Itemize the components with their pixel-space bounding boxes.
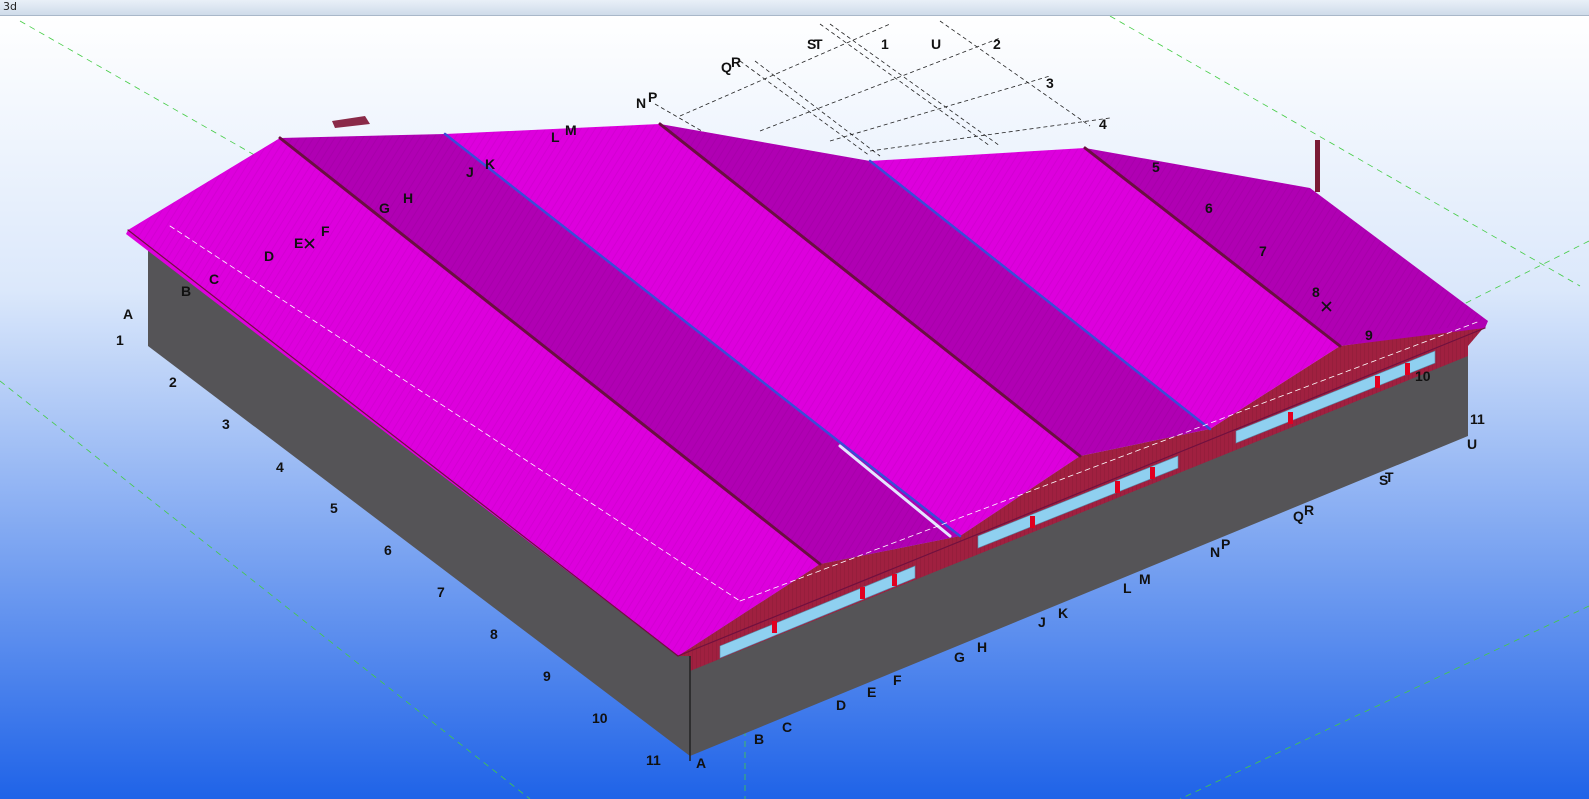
grid-label-front-U: U [1467, 436, 1477, 452]
grid-label-near-1: 1 [116, 332, 124, 348]
3d-viewport[interactable]: 1 2 3 4 5 6 7 8 9 10 11 A B C D E F G H [0, 16, 1589, 799]
grid-label-far-2: 2 [993, 36, 1001, 52]
window-titlebar[interactable]: 3d [0, 0, 1589, 16]
grid-label-far-T: T [814, 36, 823, 52]
grid-label-near-8: 8 [490, 626, 498, 642]
grid-label-far-F: F [321, 223, 330, 239]
vent-pipe [1315, 140, 1320, 192]
grid-label-far-P: P [648, 89, 657, 105]
grid-label-far-A: A [123, 306, 133, 322]
grid-label-far-6: 6 [1205, 200, 1213, 216]
grid-label-far-4: 4 [1099, 116, 1107, 132]
grid-label-front-A: A [696, 755, 706, 771]
grid-label-far-3: 3 [1046, 75, 1054, 91]
grid-label-far-1: 1 [881, 36, 889, 52]
grid-label-front-C: C [782, 719, 792, 735]
grid-label-near-3: 3 [222, 416, 230, 432]
grid-label-far-7: 7 [1259, 243, 1267, 259]
model-3d-window: 3d 1 2 3 4 5 6 7 8 9 10 11 A B C D E F G… [0, 0, 1589, 799]
grid-label-far-R: R [731, 54, 741, 70]
grid-label-near-7: 7 [437, 584, 445, 600]
grid-label-front-J: J [1038, 614, 1046, 630]
grid-label-near-6: 6 [384, 542, 392, 558]
window-title: 3d [3, 0, 17, 13]
grid-label-front-M: M [1139, 571, 1151, 587]
grid-label-near-2: 2 [169, 374, 177, 390]
grid-label-far-U: U [931, 36, 941, 52]
grid-label-front-K: K [1058, 605, 1068, 621]
grid-label-near-4: 4 [276, 459, 284, 475]
grid-label-front-E: E [867, 684, 876, 700]
grid-label-near-5: 5 [330, 500, 338, 516]
grid-label-far-G: G [379, 200, 390, 216]
grid-label-far-B: B [181, 283, 191, 299]
grid-label-front-D: D [836, 697, 846, 713]
grid-label-front-T: T [1385, 469, 1394, 485]
grid-label-front-Q: Q [1293, 508, 1304, 524]
grid-label-far-N: N [636, 95, 646, 111]
grid-label-far-D: D [264, 248, 274, 264]
grid-label-front-P: P [1221, 536, 1230, 552]
grid-label-far-J: J [466, 164, 474, 180]
grid-label-front-N: N [1210, 544, 1220, 560]
grid-label-far-L: L [551, 129, 560, 145]
grid-label-front-F: F [893, 672, 902, 688]
grid-label-near-9: 9 [543, 668, 551, 684]
grid-label-far-M: M [565, 122, 577, 138]
grid-label-far-C: C [209, 271, 219, 287]
grid-label-far-9: 9 [1365, 327, 1373, 343]
grid-label-front-L: L [1123, 580, 1132, 596]
grid-label-right-11: 11 [1470, 411, 1485, 427]
grid-label-near-10: 10 [592, 710, 608, 726]
grid-label-far-10: 10 [1415, 368, 1431, 384]
grid-label-far-E: E [294, 235, 303, 251]
grid-label-far-K: K [485, 156, 495, 172]
grid-label-front-H: H [977, 639, 987, 655]
grid-label-front-R: R [1304, 502, 1314, 518]
3d-scene[interactable]: 1 2 3 4 5 6 7 8 9 10 11 A B C D E F G H [0, 16, 1589, 799]
grid-label-front-B: B [754, 731, 764, 747]
grid-label-far-5: 5 [1152, 159, 1160, 175]
grid-label-front-G: G [954, 649, 965, 665]
grid-label-far-H: H [403, 190, 413, 206]
grid-label-near-11: 11 [646, 752, 661, 768]
grid-label-far-8: 8 [1312, 284, 1320, 300]
